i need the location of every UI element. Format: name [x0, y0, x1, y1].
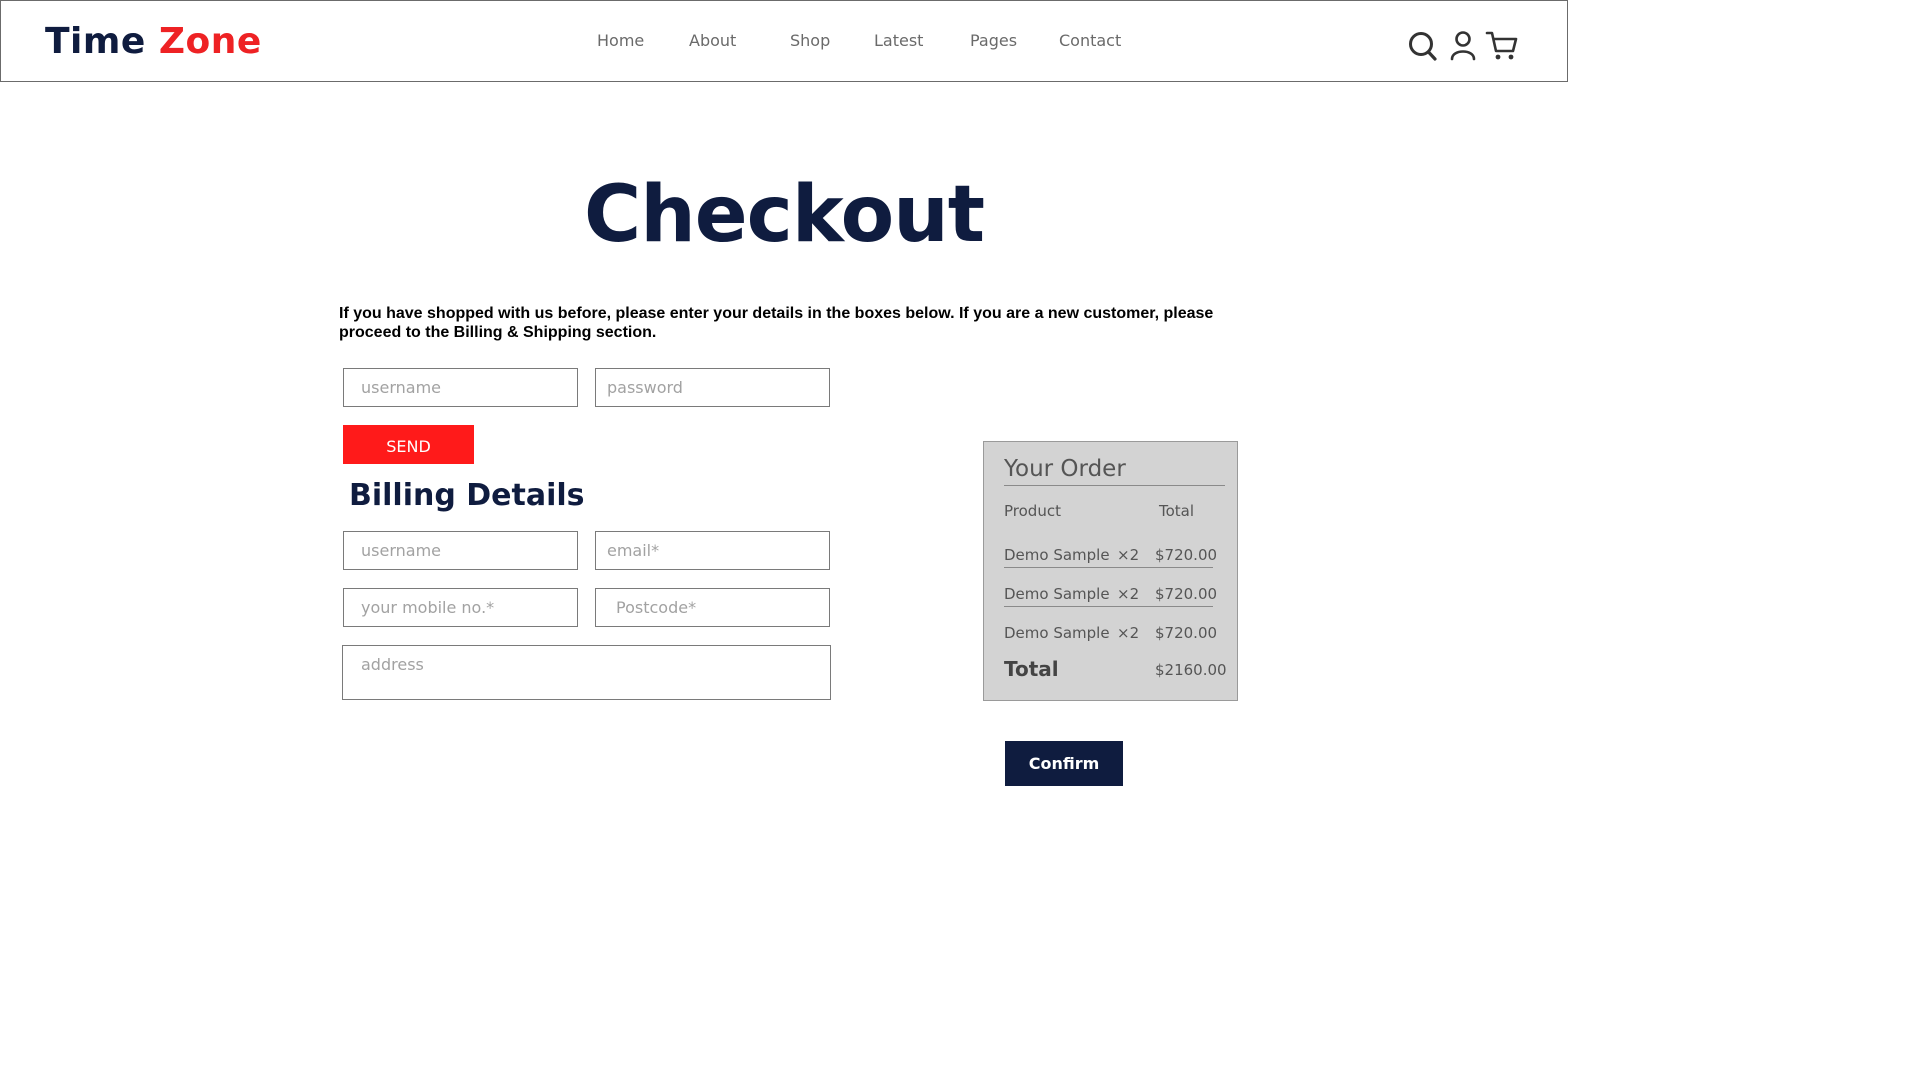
confirm-button[interactable]: Confirm — [1005, 741, 1123, 786]
user-icon[interactable] — [1449, 29, 1477, 63]
order-summary: Your Order Product Total Demo Sample ×2 … — [983, 441, 1238, 701]
order-col-total: Total — [1159, 502, 1195, 520]
site-header: Time Zone Home About Shop Latest Pages C… — [0, 0, 1568, 82]
nav-contact[interactable]: Contact — [1059, 31, 1121, 50]
order-item-name: Demo Sample — [1004, 546, 1110, 564]
order-item-price: $720.00 — [1155, 624, 1218, 642]
page: Time Zone Home About Shop Latest Pages C… — [0, 0, 1568, 882]
order-item: Demo Sample ×2 $720.00 — [1004, 620, 1217, 646]
nav-shop[interactable]: Shop — [790, 31, 830, 50]
nav-home[interactable]: Home — [597, 31, 644, 50]
order-item-price: $720.00 — [1155, 585, 1218, 603]
nav-latest[interactable]: Latest — [874, 31, 923, 50]
order-item-qty: ×2 — [1117, 624, 1140, 642]
order-item-name: Demo Sample — [1004, 624, 1110, 642]
order-item-price: $720.00 — [1155, 546, 1218, 564]
page-title: Checkout — [583, 170, 985, 260]
search-icon[interactable] — [1407, 29, 1439, 63]
order-item: Demo Sample ×2 $720.00 — [1004, 542, 1217, 568]
billing-address-input[interactable] — [342, 645, 831, 700]
order-total-label: Total — [1004, 657, 1059, 681]
cart-icon[interactable] — [1485, 29, 1519, 63]
logo[interactable]: Time Zone — [45, 21, 262, 62]
nav-about[interactable]: About — [689, 31, 736, 50]
order-title: Your Order — [1004, 456, 1225, 486]
nav-pages[interactable]: Pages — [970, 31, 1017, 50]
login-password-input[interactable] — [595, 368, 830, 407]
billing-username-input[interactable] — [343, 531, 578, 570]
logo-zone: Zone — [158, 21, 262, 62]
order-item-qty: ×2 — [1117, 546, 1140, 564]
billing-mobile-input[interactable] — [343, 588, 578, 627]
order-item-qty: ×2 — [1117, 585, 1140, 603]
billing-postcode-input[interactable] — [595, 588, 830, 627]
send-button[interactable]: SEND — [343, 425, 474, 464]
login-username-input[interactable] — [343, 368, 578, 407]
order-item-name: Demo Sample — [1004, 585, 1110, 603]
intro-text: If you have shopped with us before, plea… — [339, 305, 1214, 341]
order-item: Demo Sample ×2 $720.00 — [1004, 581, 1217, 607]
logo-time: Time — [45, 21, 146, 62]
billing-details-heading: Billing Details — [349, 478, 585, 513]
billing-email-input[interactable] — [595, 531, 830, 570]
order-col-product: Product — [1004, 502, 1061, 520]
order-total-value: $2160.00 — [1155, 661, 1227, 679]
